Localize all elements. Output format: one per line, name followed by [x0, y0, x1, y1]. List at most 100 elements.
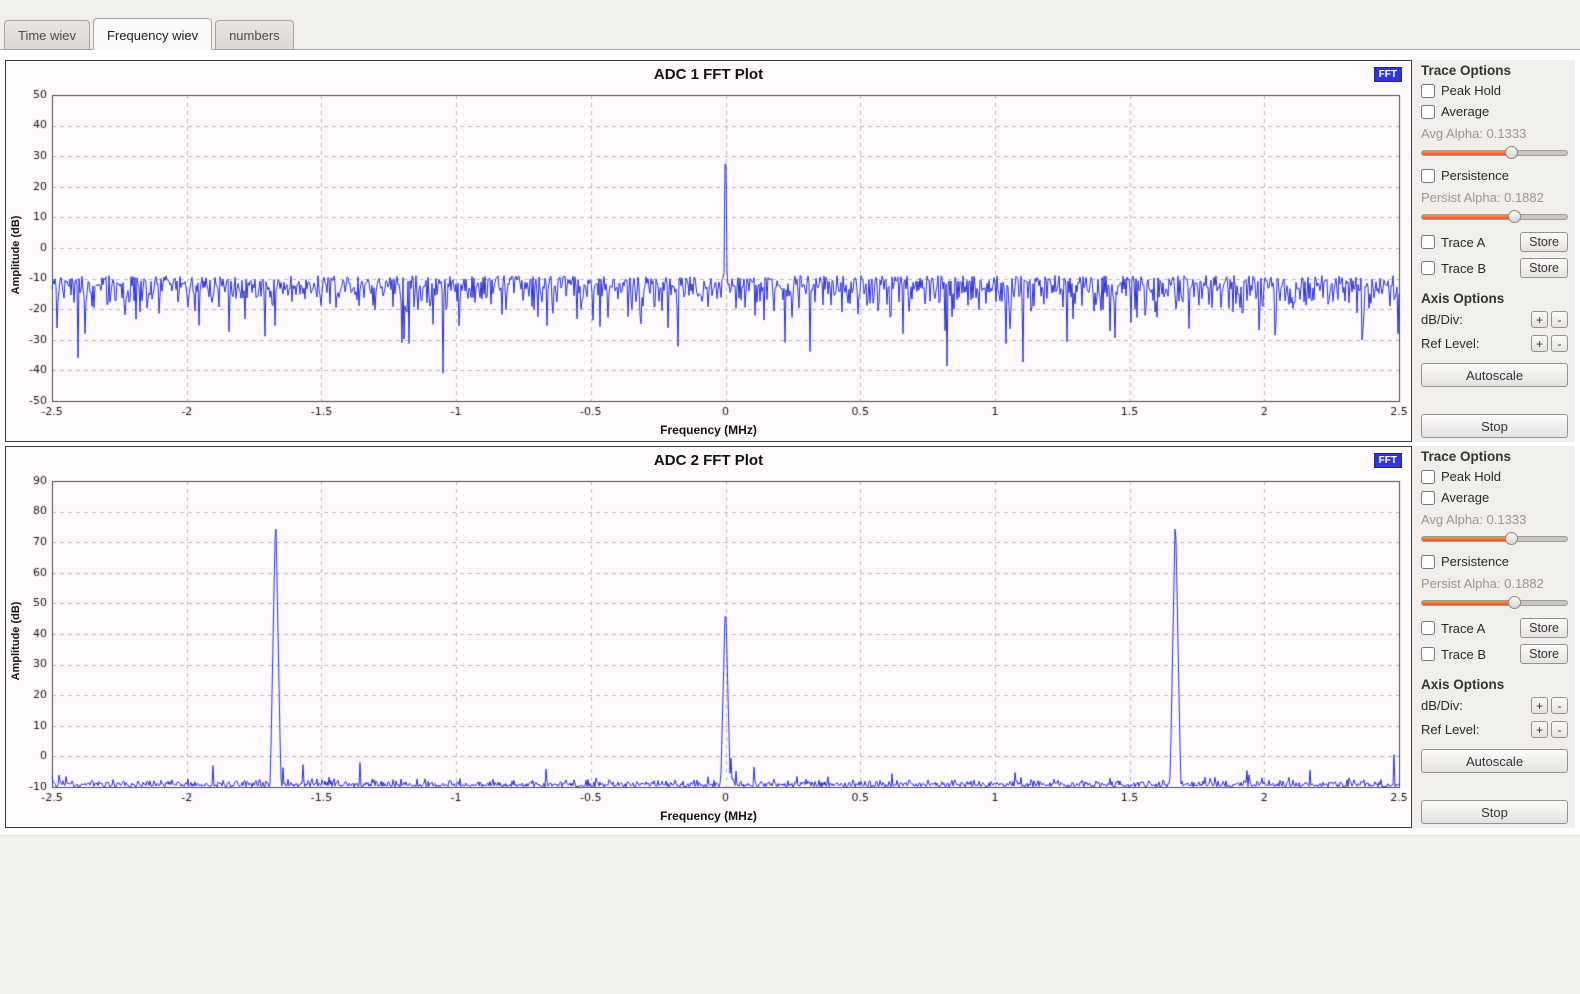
- ref-level-increase-button[interactable]: +: [1531, 721, 1548, 738]
- adc1-controls: Trace Options Peak Hold Average Avg Alph…: [1412, 60, 1575, 442]
- fft-badge: FFT: [1374, 67, 1402, 82]
- ref-level-row: Ref Level: + -: [1421, 721, 1568, 738]
- persist-alpha-slider[interactable]: [1421, 209, 1568, 224]
- trace-a-store-button[interactable]: Store: [1520, 618, 1568, 638]
- fft-badge: FFT: [1374, 453, 1402, 468]
- trace-a-checkbox-row[interactable]: Trace A: [1421, 621, 1485, 636]
- persistence-row[interactable]: Persistence: [1421, 168, 1568, 183]
- db-div-increase-button[interactable]: +: [1531, 311, 1548, 328]
- trace-b-checkbox-row[interactable]: Trace B: [1421, 647, 1486, 662]
- persistence-row[interactable]: Persistence: [1421, 554, 1568, 569]
- persist-alpha-label: Persist Alpha: 0.1882: [1421, 576, 1568, 591]
- trace-b-store-button[interactable]: Store: [1520, 258, 1568, 278]
- avg-alpha-label: Avg Alpha: 0.1333: [1421, 512, 1568, 527]
- slider-track[interactable]: [1421, 214, 1568, 220]
- axis-options-header: Axis Options: [1421, 291, 1568, 306]
- persistence-label: Persistence: [1441, 168, 1509, 183]
- stop-button[interactable]: Stop: [1421, 800, 1568, 824]
- average-row[interactable]: Average: [1421, 104, 1568, 119]
- ref-level-row: Ref Level: + -: [1421, 335, 1568, 352]
- adc2-controls: Trace Options Peak Hold Average Avg Alph…: [1412, 446, 1575, 828]
- trace-a-row: Trace A Store: [1421, 232, 1568, 252]
- persistence-checkbox[interactable]: [1421, 169, 1435, 183]
- slider-track[interactable]: [1421, 600, 1568, 606]
- peak-hold-checkbox[interactable]: [1421, 470, 1435, 484]
- stop-button[interactable]: Stop: [1421, 414, 1568, 438]
- ref-level-decrease-button[interactable]: -: [1551, 335, 1568, 352]
- tab-bar: Time wiev Frequency wiev numbers: [0, 0, 1580, 50]
- y-axis-label: Amplitude (dB): [10, 216, 22, 295]
- tab-label: Frequency wiev: [107, 28, 198, 43]
- adc1-panel: ADC 1 FFT Plot FFT Amplitude (dB) Freque…: [5, 60, 1575, 442]
- db-div-increase-button[interactable]: +: [1531, 697, 1548, 714]
- tab-time-view[interactable]: Time wiev: [4, 20, 90, 49]
- persist-alpha-label: Persist Alpha: 0.1882: [1421, 190, 1568, 205]
- peak-hold-label: Peak Hold: [1441, 83, 1501, 98]
- peak-hold-row[interactable]: Peak Hold: [1421, 469, 1568, 484]
- average-checkbox[interactable]: [1421, 105, 1435, 119]
- trace-a-checkbox[interactable]: [1421, 235, 1435, 249]
- autoscale-button[interactable]: Autoscale: [1421, 749, 1568, 773]
- trace-b-label: Trace B: [1441, 647, 1486, 662]
- persistence-checkbox[interactable]: [1421, 555, 1435, 569]
- db-div-row: dB/Div: + -: [1421, 697, 1568, 714]
- slider-knob[interactable]: [1505, 532, 1518, 545]
- ref-level-increase-button[interactable]: +: [1531, 335, 1548, 352]
- tab-label: numbers: [229, 28, 280, 43]
- trace-a-label: Trace A: [1441, 235, 1485, 250]
- trace-a-checkbox[interactable]: [1421, 621, 1435, 635]
- slider-knob[interactable]: [1505, 146, 1518, 159]
- trace-b-checkbox[interactable]: [1421, 261, 1435, 275]
- plot-area: Amplitude (dB): [6, 473, 1411, 809]
- db-div-decrease-button[interactable]: -: [1551, 311, 1568, 328]
- trace-b-label: Trace B: [1441, 261, 1486, 276]
- tab-frequency-view[interactable]: Frequency wiev: [93, 18, 212, 50]
- avg-alpha-slider[interactable]: [1421, 531, 1568, 546]
- trace-b-store-button[interactable]: Store: [1520, 644, 1568, 664]
- trace-b-checkbox[interactable]: [1421, 647, 1435, 661]
- persist-alpha-slider[interactable]: [1421, 595, 1568, 610]
- average-label: Average: [1441, 490, 1489, 505]
- ref-level-label: Ref Level:: [1421, 336, 1528, 351]
- tab-numbers[interactable]: numbers: [215, 20, 294, 49]
- peak-hold-label: Peak Hold: [1441, 469, 1501, 484]
- slider-knob[interactable]: [1508, 596, 1521, 609]
- ref-level-decrease-button[interactable]: -: [1551, 721, 1568, 738]
- tab-label: Time wiev: [18, 28, 76, 43]
- plot-title: ADC 1 FFT Plot: [654, 66, 763, 83]
- trace-a-store-button[interactable]: Store: [1520, 232, 1568, 252]
- slider-fill: [1422, 215, 1515, 219]
- slider-track[interactable]: [1421, 536, 1568, 542]
- slider-track[interactable]: [1421, 150, 1568, 156]
- autoscale-button[interactable]: Autoscale: [1421, 363, 1568, 387]
- persistence-label: Persistence: [1441, 554, 1509, 569]
- avg-alpha-label: Avg Alpha: 0.1333: [1421, 126, 1568, 141]
- x-axis-label: Frequency (MHz): [6, 809, 1411, 827]
- adc1-fft-canvas: [6, 87, 1411, 423]
- adc2-plot: ADC 2 FFT Plot FFT Amplitude (dB) Freque…: [5, 446, 1412, 828]
- adc2-fft-canvas: [6, 473, 1411, 809]
- trace-options-header: Trace Options: [1421, 63, 1568, 78]
- trace-b-row: Trace B Store: [1421, 644, 1568, 664]
- peak-hold-row[interactable]: Peak Hold: [1421, 83, 1568, 98]
- plot-header: ADC 1 FFT Plot FFT: [6, 61, 1411, 87]
- plot-header: ADC 2 FFT Plot FFT: [6, 447, 1411, 473]
- ref-level-label: Ref Level:: [1421, 722, 1528, 737]
- x-axis-label: Frequency (MHz): [6, 423, 1411, 441]
- db-div-label: dB/Div:: [1421, 698, 1528, 713]
- slider-fill: [1422, 151, 1512, 155]
- trace-a-row: Trace A Store: [1421, 618, 1568, 638]
- db-div-row: dB/Div: + -: [1421, 311, 1568, 328]
- db-div-label: dB/Div:: [1421, 312, 1528, 327]
- trace-a-label: Trace A: [1441, 621, 1485, 636]
- avg-alpha-slider[interactable]: [1421, 145, 1568, 160]
- plot-title: ADC 2 FFT Plot: [654, 452, 763, 469]
- db-div-decrease-button[interactable]: -: [1551, 697, 1568, 714]
- average-checkbox[interactable]: [1421, 491, 1435, 505]
- peak-hold-checkbox[interactable]: [1421, 84, 1435, 98]
- average-row[interactable]: Average: [1421, 490, 1568, 505]
- trace-b-checkbox-row[interactable]: Trace B: [1421, 261, 1486, 276]
- slider-knob[interactable]: [1508, 210, 1521, 223]
- trace-a-checkbox-row[interactable]: Trace A: [1421, 235, 1485, 250]
- axis-options-header: Axis Options: [1421, 677, 1568, 692]
